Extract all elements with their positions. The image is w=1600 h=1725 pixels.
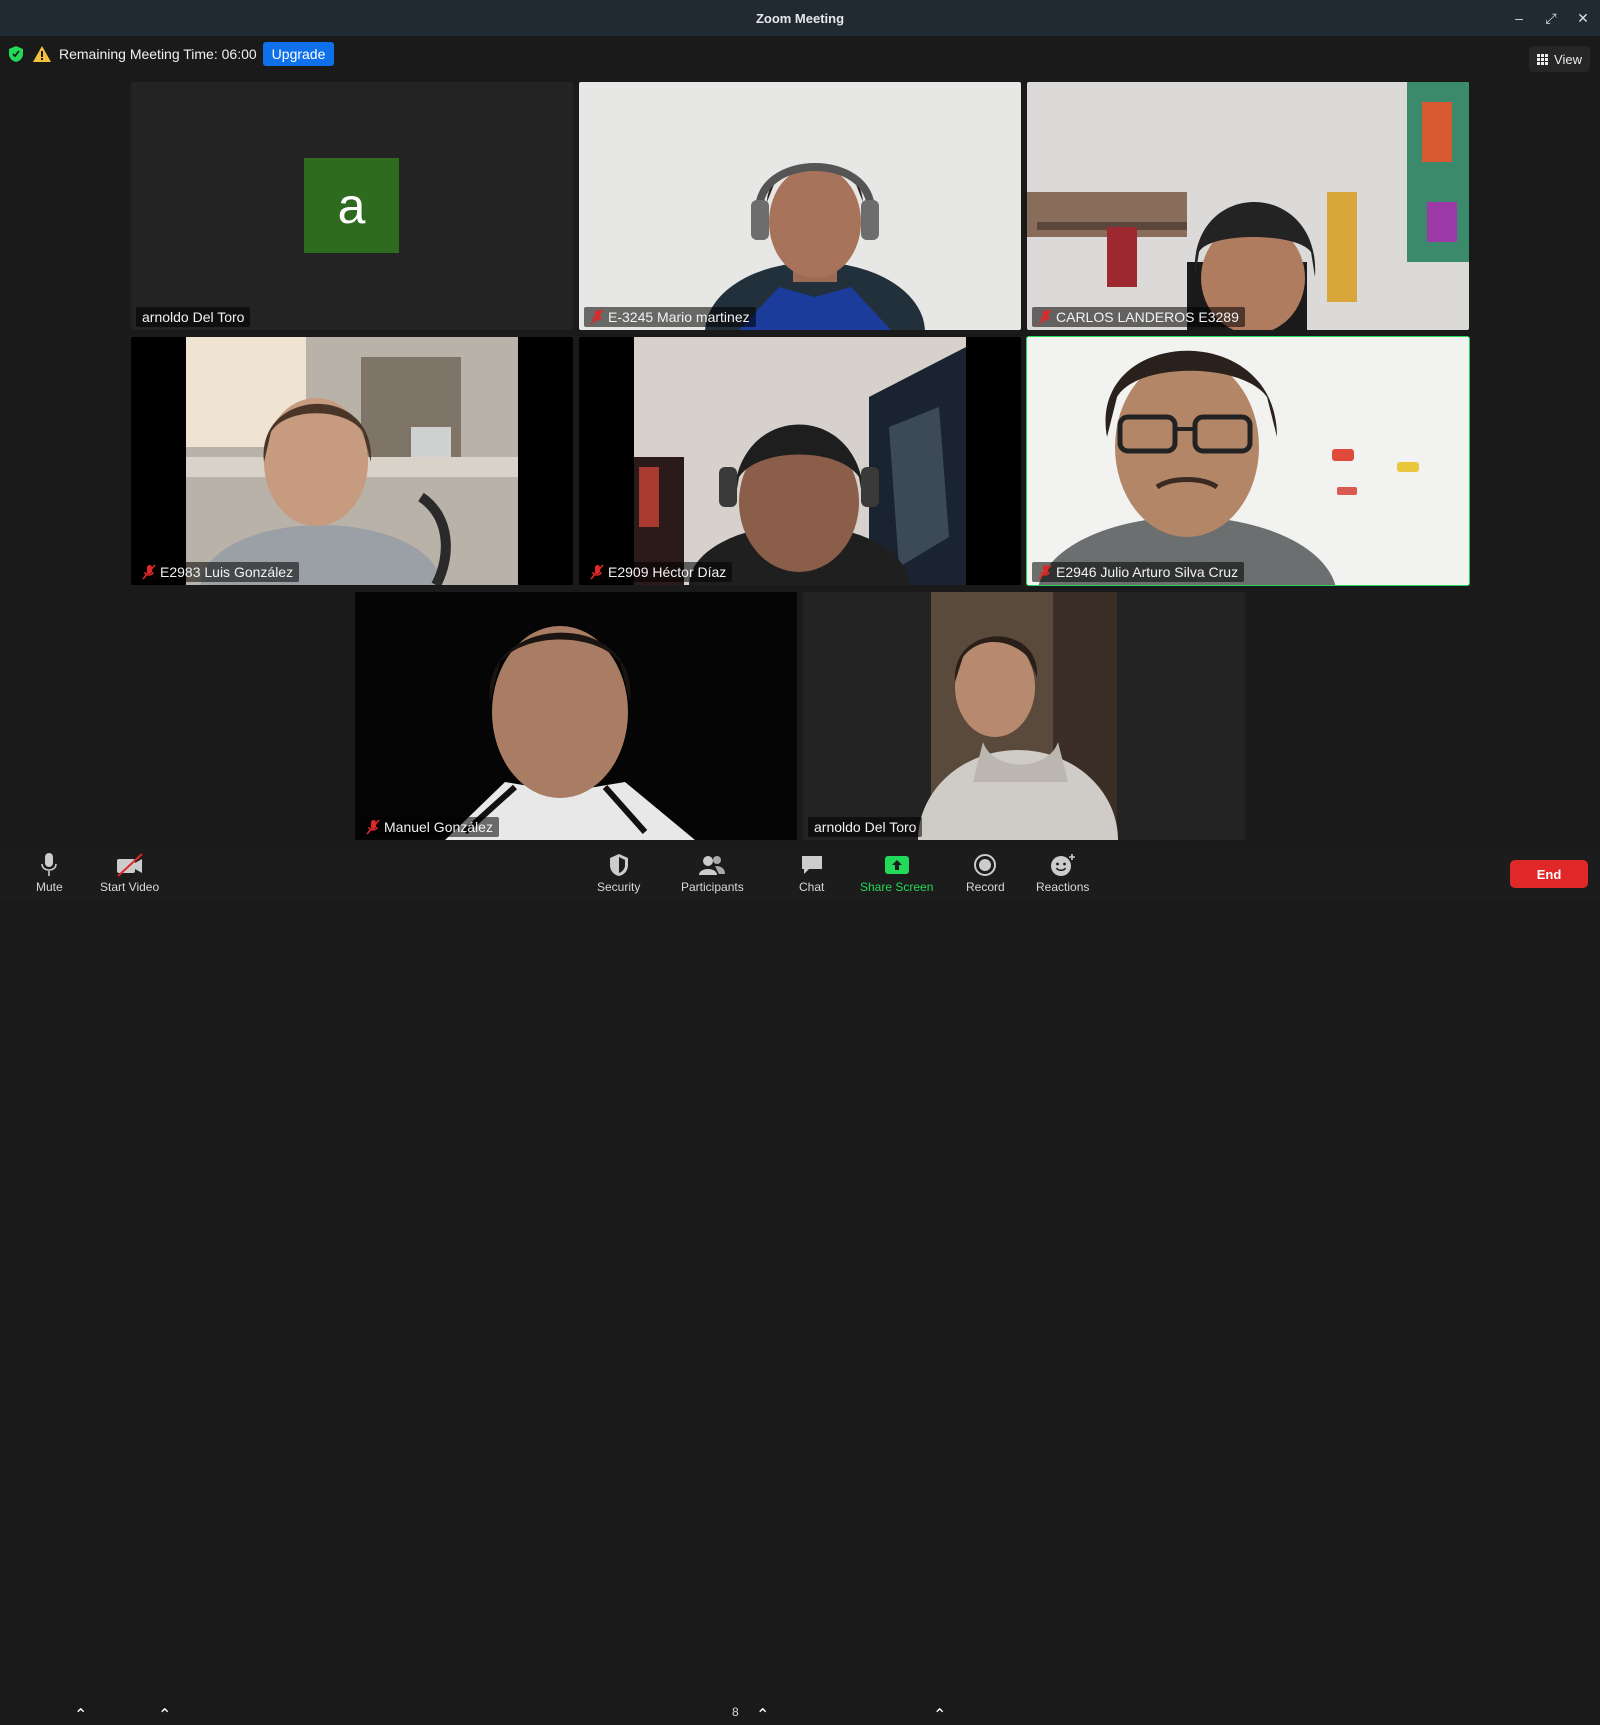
participants-label: Participants: [681, 880, 744, 894]
window-controls: – ⤢ ✕: [1512, 0, 1590, 36]
security-shield-icon: [609, 854, 628, 876]
chat-bubble-icon: [801, 856, 822, 874]
participant-name-label: E2946 Julio Arturo Silva Cruz: [1032, 562, 1245, 582]
mic-muted-icon: [142, 564, 156, 580]
participant-name-label: Manuel González: [360, 817, 499, 837]
participant-name: CARLOS LANDEROS E3289: [1056, 309, 1239, 325]
meeting-info-bar: Remaining Meeting Time: 06:00 Upgrade: [0, 36, 1600, 72]
mute-button[interactable]: Mute: [36, 853, 63, 894]
reactions-smiley-icon: [1050, 854, 1075, 876]
chat-button[interactable]: Chat: [799, 853, 824, 894]
share-options-chevron-icon[interactable]: ⌃: [933, 1705, 946, 1725]
video-tile[interactable]: CARLOS LANDEROS E3289: [1027, 82, 1469, 330]
participants-icon: [699, 856, 726, 875]
mic-muted-icon: [366, 819, 380, 835]
participants-button[interactable]: Participants: [681, 853, 744, 894]
end-meeting-button[interactable]: End: [1510, 860, 1588, 888]
share-screen-icon: [884, 856, 909, 874]
participant-name-label: CARLOS LANDEROS E3289: [1032, 307, 1245, 327]
participant-name: E-3245 Mario martinez: [608, 309, 750, 325]
participant-name: E2946 Julio Arturo Silva Cruz: [1056, 564, 1239, 580]
microphone-icon: [41, 853, 58, 876]
mic-muted-icon: [590, 309, 604, 325]
remaining-time-label: Remaining Meeting Time: 06:00: [59, 46, 257, 62]
share-screen-button[interactable]: Share Screen: [860, 853, 933, 894]
encryption-shield-icon[interactable]: [9, 46, 23, 62]
mic-muted-icon: [1038, 309, 1052, 325]
participant-name: E2983 Luis González: [160, 564, 294, 580]
participants-count: 8: [732, 1705, 739, 1719]
video-tile-active-speaker[interactable]: E2946 Julio Arturo Silva Cruz: [1026, 336, 1470, 586]
participant-video: [1027, 337, 1469, 585]
participant-name: arnoldo Del Toro: [142, 309, 245, 325]
video-tile[interactable]: E2983 Luis González: [131, 337, 573, 585]
participant-video: [634, 337, 966, 585]
participant-video: [355, 592, 797, 840]
upgrade-button[interactable]: Upgrade: [262, 42, 335, 66]
close-icon[interactable]: ✕: [1576, 10, 1590, 27]
video-tile[interactable]: arnoldo Del Toro: [803, 592, 1245, 840]
participant-name-label: arnoldo Del Toro: [808, 817, 923, 837]
participant-name-label: E2909 Héctor Díaz: [584, 562, 733, 582]
video-tile[interactable]: a arnoldo Del Toro: [131, 82, 573, 330]
start-video-label: Start Video: [100, 880, 160, 894]
security-label: Security: [597, 880, 641, 894]
record-icon: [974, 854, 997, 876]
participant-video: [186, 337, 518, 585]
audio-options-chevron-icon[interactable]: ⌃: [74, 1705, 87, 1725]
reactions-label: Reactions: [1036, 880, 1090, 894]
participant-name: arnoldo Del Toro: [814, 819, 917, 835]
mute-label: Mute: [36, 880, 63, 894]
grid-view-icon: [1537, 53, 1549, 65]
record-label: Record: [966, 880, 1005, 894]
fullscreen-exit-icon[interactable]: ⤢: [1544, 10, 1558, 27]
video-tile[interactable]: Manuel González: [355, 592, 797, 840]
video-tile[interactable]: E-3245 Mario martinez: [579, 82, 1021, 330]
title-bar: Zoom Meeting – ⤢ ✕: [0, 0, 1600, 36]
participant-name-label: arnoldo Del Toro: [136, 307, 251, 327]
mic-muted-icon: [590, 564, 604, 580]
video-tile[interactable]: E2909 Héctor Díaz: [579, 337, 1021, 585]
avatar: a: [304, 158, 399, 253]
chat-label: Chat: [799, 880, 825, 894]
share-screen-label: Share Screen: [860, 880, 934, 894]
reactions-button[interactable]: Reactions: [1036, 853, 1089, 894]
view-label: View: [1554, 51, 1582, 67]
video-options-chevron-icon[interactable]: ⌃: [158, 1705, 171, 1725]
view-button[interactable]: View: [1529, 46, 1590, 72]
mic-muted-icon: [1038, 564, 1052, 580]
meeting-toolbar: Mute ⌃ Start Video ⌃ Security Participan…: [0, 847, 1600, 1724]
participant-name-label: E2983 Luis González: [136, 562, 300, 582]
start-video-button[interactable]: Start Video: [100, 853, 159, 894]
warning-icon: [33, 46, 51, 62]
security-button[interactable]: Security: [597, 853, 640, 894]
participants-options-chevron-icon[interactable]: ⌃: [756, 1705, 769, 1725]
minimize-icon[interactable]: –: [1512, 10, 1526, 26]
participant-name-label: E-3245 Mario martinez: [584, 307, 756, 327]
video-off-icon: [116, 853, 143, 877]
record-button[interactable]: Record: [966, 853, 1005, 894]
participant-video: [1027, 82, 1469, 330]
participant-video: [579, 82, 1021, 330]
participant-name: E2909 Héctor Díaz: [608, 564, 727, 580]
participant-name: Manuel González: [384, 819, 493, 835]
participant-video: [918, 592, 1118, 840]
window-title: Zoom Meeting: [755, 10, 845, 26]
